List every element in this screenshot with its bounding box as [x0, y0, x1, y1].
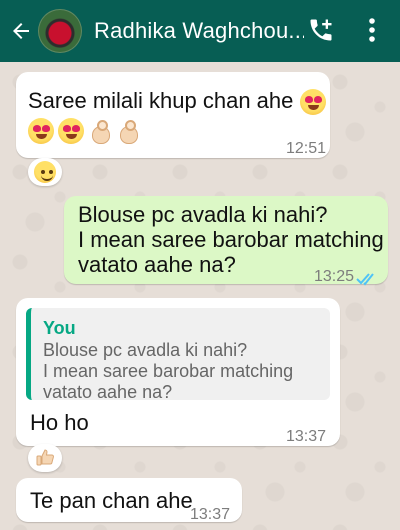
message-reaction[interactable] — [28, 158, 62, 186]
message-reaction[interactable] — [28, 444, 62, 472]
add-call-icon[interactable] — [303, 12, 339, 48]
smile-emoji — [34, 161, 56, 183]
back-arrow-icon[interactable] — [6, 0, 36, 62]
message-text: Te pan chan ahe — [30, 488, 193, 513]
thumbs-up-emoji — [36, 449, 54, 466]
message-text: Ho ho — [30, 410, 89, 435]
message-bubble[interactable]: Te pan chan ahe 13:37 — [16, 478, 242, 523]
message-time: 12:51 — [286, 140, 327, 157]
message-bubble[interactable]: You Blouse pc avadla ki nahi? I mean sar… — [16, 298, 340, 446]
ok-hand-emoji — [88, 118, 112, 144]
message-text: Saree milali khup chan ahe — [28, 88, 294, 113]
contact-avatar[interactable] — [38, 9, 82, 53]
message-text-line: I mean saree barobar matching — [78, 227, 384, 252]
message-time: 13:37 — [190, 506, 231, 523]
contact-name[interactable]: Radhika Waghchou... — [94, 18, 304, 44]
quote-text: Blouse pc avadla ki nahi? I mean saree b… — [43, 340, 294, 402]
chat-header: Radhika Waghchou... — [0, 0, 400, 62]
ok-hand-emoji — [116, 118, 140, 144]
message-time: 13:25 — [314, 268, 355, 285]
message-bubble[interactable]: Saree milali khup chan ahe 12:51 — [16, 72, 330, 158]
message-bubble[interactable]: Blouse pc avadla ki nahi? I mean saree b… — [64, 196, 388, 286]
quoted-message[interactable]: You Blouse pc avadla ki nahi? I mean sar… — [26, 308, 330, 402]
heart-eyes-emoji — [299, 89, 326, 116]
quote-author: You — [43, 318, 76, 338]
heart-eyes-emoji — [28, 118, 54, 144]
message-text-line: Blouse pc avadla ki nahi? — [78, 202, 328, 227]
heart-eyes-emoji — [58, 118, 84, 144]
message-time: 13:37 — [286, 428, 327, 445]
read-ticks-icon — [356, 264, 378, 293]
more-vert-icon[interactable] — [358, 12, 386, 48]
